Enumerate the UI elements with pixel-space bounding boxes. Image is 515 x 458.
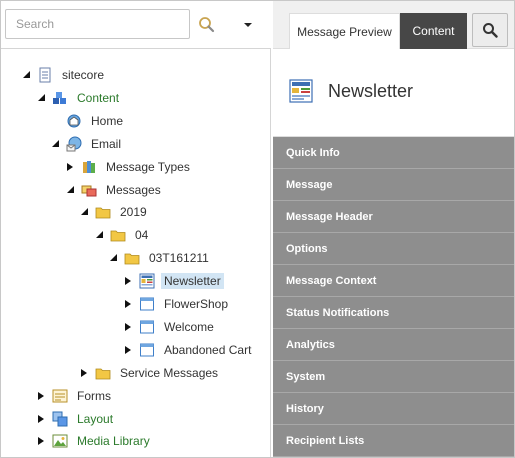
tree-item[interactable]: FlowerShop: [123, 295, 231, 313]
newsletter-icon: [289, 79, 313, 103]
section-header[interactable]: Quick Info: [273, 137, 514, 169]
tab-message-preview[interactable]: Message Preview: [289, 13, 400, 49]
tree-item-label[interactable]: Message Types: [103, 159, 193, 175]
tree-item[interactable]: Home: [50, 112, 126, 130]
folder-icon: [95, 365, 111, 381]
section-header[interactable]: System: [273, 361, 514, 393]
tree-item-label[interactable]: Messages: [103, 182, 164, 198]
collapse-arrow-icon[interactable]: [50, 139, 60, 149]
expand-arrow-icon[interactable]: [36, 436, 46, 446]
tree-item-label[interactable]: 2019: [117, 204, 150, 220]
expand-arrow-icon[interactable]: [123, 345, 133, 355]
tab-content[interactable]: Content: [400, 13, 467, 49]
expand-arrow-icon[interactable]: [123, 322, 133, 332]
search-bar: [1, 1, 271, 49]
tree-item-label[interactable]: Media Library: [74, 433, 153, 449]
tree-item[interactable]: Layout: [36, 410, 116, 428]
tree-item[interactable]: 2019: [79, 203, 150, 221]
expand-arrow-icon[interactable]: [123, 276, 133, 286]
tree-item-label[interactable]: Content: [74, 90, 122, 106]
sitecore-doc-icon: [37, 67, 53, 83]
tree-item[interactable]: 04: [94, 226, 151, 244]
editor-tabs: Message Preview Content: [273, 1, 514, 49]
section-header[interactable]: Message: [273, 169, 514, 201]
window-icon: [139, 319, 155, 335]
tree-item[interactable]: Welcome: [123, 318, 217, 336]
tree-item[interactable]: Abandoned Cart: [123, 341, 254, 359]
collapse-arrow-icon[interactable]: [94, 230, 104, 240]
section-list: Quick Info Message Message Header Options Me…: [273, 137, 514, 457]
tree-item-label[interactable]: Layout: [74, 411, 116, 427]
search-icon[interactable]: [197, 15, 217, 35]
tree-item[interactable]: Messages: [65, 181, 164, 199]
chevron-down-icon[interactable]: [238, 15, 258, 35]
tree-item-label[interactable]: Welcome: [161, 319, 217, 335]
messages-icon: [81, 182, 97, 198]
section-header[interactable]: Message Context: [273, 265, 514, 297]
tree-item[interactable]: Message Types: [65, 158, 193, 176]
tree-item[interactable]: Media Library: [36, 432, 153, 450]
window-icon: [139, 296, 155, 312]
folder-icon: [124, 250, 140, 266]
expand-arrow-icon[interactable]: [123, 299, 133, 309]
tree-item[interactable]: Content: [36, 89, 122, 107]
collapse-arrow-icon[interactable]: [36, 93, 46, 103]
search-input[interactable]: [5, 9, 190, 39]
email-globe-icon: [66, 136, 82, 152]
media-library-icon: [52, 433, 68, 449]
tree-item-label[interactable]: Abandoned Cart: [161, 342, 254, 358]
editor-pane: Message Preview Content Newsletter Quick…: [273, 1, 514, 457]
magnifier-icon: [483, 23, 498, 38]
section-header[interactable]: Recipient Lists: [273, 425, 514, 457]
section-header[interactable]: Options: [273, 233, 514, 265]
tree-item[interactable]: 03T161211: [108, 249, 212, 267]
tree-item[interactable]: Newsletter: [123, 272, 224, 290]
home-globe-icon: [66, 113, 82, 129]
tree-item-label[interactable]: Service Messages: [117, 365, 221, 381]
section-header[interactable]: Analytics: [273, 329, 514, 361]
search-button[interactable]: [472, 13, 508, 47]
content-tree-pane: sitecore Content Home Email Message Types Mes…: [1, 1, 271, 457]
tree-item-label[interactable]: Email: [88, 136, 124, 152]
tree-item[interactable]: sitecore: [21, 66, 107, 84]
forms-icon: [52, 388, 68, 404]
section-header[interactable]: Message Header: [273, 201, 514, 233]
collapse-arrow-icon[interactable]: [79, 207, 89, 217]
tree-item[interactable]: Email: [50, 135, 124, 153]
tree-item[interactable]: Service Messages: [79, 364, 221, 382]
item-title: Newsletter: [328, 81, 414, 101]
tree-item-label[interactable]: 04: [132, 227, 151, 243]
tree-item-label[interactable]: sitecore: [59, 67, 107, 83]
newsletter-icon: [139, 273, 155, 289]
tree-item-label[interactable]: 03T161211: [146, 250, 212, 266]
tree-item[interactable]: Forms: [36, 387, 114, 405]
tree-item-label[interactable]: Newsletter: [161, 273, 224, 290]
tree-item-label[interactable]: Home: [88, 113, 126, 129]
message-types-icon: [81, 159, 97, 175]
item-header: Newsletter: [273, 49, 514, 137]
collapse-arrow-icon[interactable]: [108, 253, 118, 263]
expand-arrow-icon[interactable]: [36, 391, 46, 401]
expand-arrow-icon[interactable]: [65, 162, 75, 172]
folder-icon: [110, 227, 126, 243]
window-icon: [139, 342, 155, 358]
folder-icon: [95, 204, 111, 220]
tree-item-label[interactable]: FlowerShop: [161, 296, 231, 312]
collapse-arrow-icon[interactable]: [65, 185, 75, 195]
expand-arrow-icon[interactable]: [79, 368, 89, 378]
content-cubes-icon: [52, 90, 68, 106]
layout-icon: [52, 411, 68, 427]
section-header[interactable]: History: [273, 393, 514, 425]
collapse-arrow-icon[interactable]: [21, 70, 31, 80]
tree-item-label[interactable]: Forms: [74, 388, 114, 404]
expand-arrow-icon[interactable]: [36, 414, 46, 424]
section-header[interactable]: Status Notifications: [273, 297, 514, 329]
